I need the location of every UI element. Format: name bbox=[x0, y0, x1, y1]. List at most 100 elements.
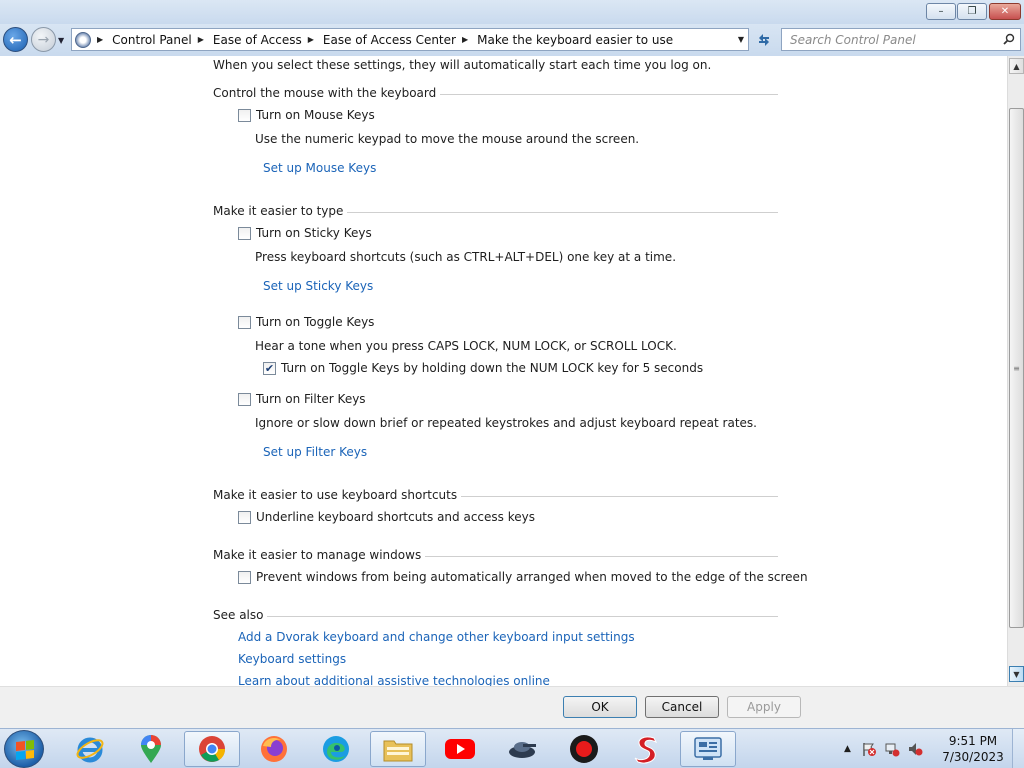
mouse-keys-description: Use the numeric keypad to move the mouse… bbox=[255, 132, 640, 146]
setup-filter-keys-link[interactable]: Set up Filter Keys bbox=[263, 445, 367, 459]
refresh-button[interactable] bbox=[752, 28, 776, 51]
network-icon[interactable] bbox=[884, 741, 900, 757]
mouse-keys-checkbox[interactable] bbox=[238, 108, 251, 122]
toggle-keys-checkbox[interactable] bbox=[238, 315, 251, 329]
scroll-up-button[interactable]: ▲ bbox=[1009, 58, 1024, 74]
checkbox-label[interactable]: Turn on Sticky Keys bbox=[256, 226, 372, 240]
back-button[interactable]: ← bbox=[3, 27, 28, 52]
prevent-arrange-option[interactable]: Prevent windows from being automatically… bbox=[238, 570, 808, 584]
setup-sticky-keys-link[interactable]: Set up Sticky Keys bbox=[263, 279, 373, 293]
scroll-down-arrow-icon: ▼ bbox=[1013, 669, 1020, 679]
scroll-up-arrow-icon: ▲ bbox=[1013, 61, 1020, 71]
checkbox-label[interactable]: Prevent windows from being automatically… bbox=[256, 570, 808, 584]
apply-button[interactable]: Apply bbox=[727, 696, 801, 718]
settings-content: When you select these settings, they wil… bbox=[0, 56, 1007, 686]
show-desktop-button[interactable] bbox=[1012, 729, 1024, 768]
toggle-keys-option[interactable]: Turn on Toggle Keys bbox=[238, 315, 374, 329]
address-dropdown-icon[interactable]: ▼ bbox=[738, 35, 744, 44]
action-center-flag-icon[interactable] bbox=[861, 741, 877, 757]
windows-logo-icon bbox=[16, 740, 34, 760]
checkbox-label[interactable]: Turn on Mouse Keys bbox=[256, 108, 375, 122]
setup-mouse-keys-link[interactable]: Set up Mouse Keys bbox=[263, 161, 376, 175]
search-icon[interactable] bbox=[1003, 33, 1015, 45]
control-panel-icon bbox=[694, 737, 722, 760]
checkbox-label[interactable]: Turn on Filter Keys bbox=[256, 392, 366, 406]
cancel-button[interactable]: Cancel bbox=[645, 696, 719, 718]
breadcrumb-ease-of-access-center[interactable]: Ease of Access Center bbox=[323, 33, 456, 47]
keyboard-settings-link[interactable]: Keyboard settings bbox=[238, 652, 346, 666]
mouse-keys-option[interactable]: Turn on Mouse Keys bbox=[238, 108, 375, 122]
show-hidden-icons-icon[interactable]: ▲ bbox=[844, 744, 851, 754]
breadcrumb-control-panel[interactable]: Control Panel bbox=[112, 33, 192, 47]
s-app-taskbar-button[interactable] bbox=[618, 731, 674, 767]
maximize-button[interactable]: ❐ bbox=[957, 3, 987, 20]
restore-icon: ❐ bbox=[967, 6, 977, 17]
chrome-taskbar-button[interactable] bbox=[184, 731, 240, 767]
file-explorer-taskbar-button[interactable] bbox=[370, 731, 426, 767]
forward-arrow-icon: → bbox=[37, 31, 50, 48]
map-pin-icon bbox=[141, 735, 161, 763]
prevent-arrange-checkbox[interactable] bbox=[238, 570, 251, 584]
vertical-scrollbar[interactable]: ▲ ≡ ▼ bbox=[1007, 56, 1024, 686]
sticky-keys-checkbox[interactable] bbox=[238, 226, 251, 240]
close-button[interactable]: ✕ bbox=[989, 3, 1021, 20]
youtube-taskbar-button[interactable] bbox=[432, 731, 488, 767]
search-input[interactable] bbox=[790, 32, 1000, 47]
address-bar[interactable]: ▶ Control Panel ▶ Ease of Access ▶ Ease … bbox=[71, 28, 749, 51]
toggle-keys-numlock-checkbox[interactable]: ✔ bbox=[263, 361, 276, 375]
internet-explorer-icon bbox=[76, 737, 104, 763]
taskbar: ▲ 9:51 PM 7/30/2023 bbox=[0, 728, 1024, 768]
volume-muted-icon[interactable] bbox=[907, 741, 923, 757]
filter-keys-checkbox[interactable] bbox=[238, 392, 251, 406]
record-icon bbox=[570, 735, 598, 763]
underline-shortcuts-checkbox[interactable] bbox=[238, 510, 251, 524]
section-manage-windows: Make it easier to manage windows bbox=[213, 548, 778, 564]
forward-button[interactable]: → bbox=[31, 27, 56, 52]
refresh-icon bbox=[759, 33, 769, 46]
sticky-keys-option[interactable]: Turn on Sticky Keys bbox=[238, 226, 372, 240]
folder-icon bbox=[383, 740, 413, 762]
minimize-button[interactable]: – bbox=[926, 3, 956, 20]
minimize-icon: – bbox=[938, 6, 944, 17]
breadcrumb-chevron-icon[interactable]: ▶ bbox=[308, 35, 314, 44]
scrollbar-thumb[interactable]: ≡ bbox=[1009, 108, 1024, 628]
filter-keys-option[interactable]: Turn on Filter Keys bbox=[238, 392, 366, 406]
section-easier-to-type: Make it easier to type bbox=[213, 204, 778, 220]
dvorak-keyboard-link[interactable]: Add a Dvorak keyboard and change other k… bbox=[238, 630, 635, 644]
assistive-technologies-link[interactable]: Learn about additional assistive technol… bbox=[238, 674, 550, 686]
edge-taskbar-button[interactable] bbox=[308, 731, 364, 767]
ok-button[interactable]: OK bbox=[563, 696, 637, 718]
navigation-bar: ← → ▼ ▶ Control Panel ▶ Ease of Access ▶… bbox=[0, 24, 1024, 56]
control-panel-taskbar-button[interactable] bbox=[680, 731, 736, 767]
search-box[interactable] bbox=[781, 28, 1021, 51]
start-button[interactable] bbox=[4, 730, 44, 768]
tank-game-icon bbox=[509, 742, 536, 758]
recent-pages-dropdown-icon[interactable]: ▼ bbox=[58, 36, 64, 45]
control-panel-icon bbox=[75, 31, 91, 48]
breadcrumb-chevron-icon[interactable]: ▶ bbox=[462, 35, 468, 44]
filter-keys-description: Ignore or slow down brief or repeated ke… bbox=[255, 416, 757, 430]
checkbox-label[interactable]: Turn on Toggle Keys by holding down the … bbox=[281, 361, 703, 375]
section-keyboard-shortcuts: Make it easier to use keyboard shortcuts bbox=[213, 488, 778, 504]
section-title: Make it easier to type bbox=[213, 204, 348, 218]
google-maps-taskbar-button[interactable] bbox=[123, 731, 179, 767]
breadcrumb-ease-of-access[interactable]: Ease of Access bbox=[213, 33, 302, 47]
section-divider bbox=[213, 616, 778, 617]
toggle-keys-numlock-option[interactable]: ✔ Turn on Toggle Keys by holding down th… bbox=[263, 361, 703, 375]
breadcrumb-chevron-icon[interactable]: ▶ bbox=[198, 35, 204, 44]
youtube-icon bbox=[445, 739, 475, 759]
screen-recorder-taskbar-button[interactable] bbox=[556, 731, 612, 767]
scroll-down-button[interactable]: ▼ bbox=[1009, 666, 1024, 682]
game-taskbar-button[interactable] bbox=[494, 731, 550, 767]
s-logo-icon bbox=[634, 736, 658, 764]
underline-shortcuts-option[interactable]: Underline keyboard shortcuts and access … bbox=[238, 510, 535, 524]
breadcrumb-chevron-icon[interactable]: ▶ bbox=[97, 35, 103, 44]
checkbox-label[interactable]: Underline keyboard shortcuts and access … bbox=[256, 510, 535, 524]
checkbox-label[interactable]: Turn on Toggle Keys bbox=[256, 315, 374, 329]
toggle-keys-description: Hear a tone when you press CAPS LOCK, NU… bbox=[255, 339, 677, 353]
system-clock[interactable]: 9:51 PM 7/30/2023 bbox=[942, 733, 1004, 765]
firefox-taskbar-button[interactable] bbox=[246, 731, 302, 767]
breadcrumb-current-page[interactable]: Make the keyboard easier to use bbox=[477, 33, 673, 47]
internet-explorer-taskbar-button[interactable] bbox=[62, 731, 118, 767]
checkmark-icon: ✔ bbox=[264, 361, 275, 375]
